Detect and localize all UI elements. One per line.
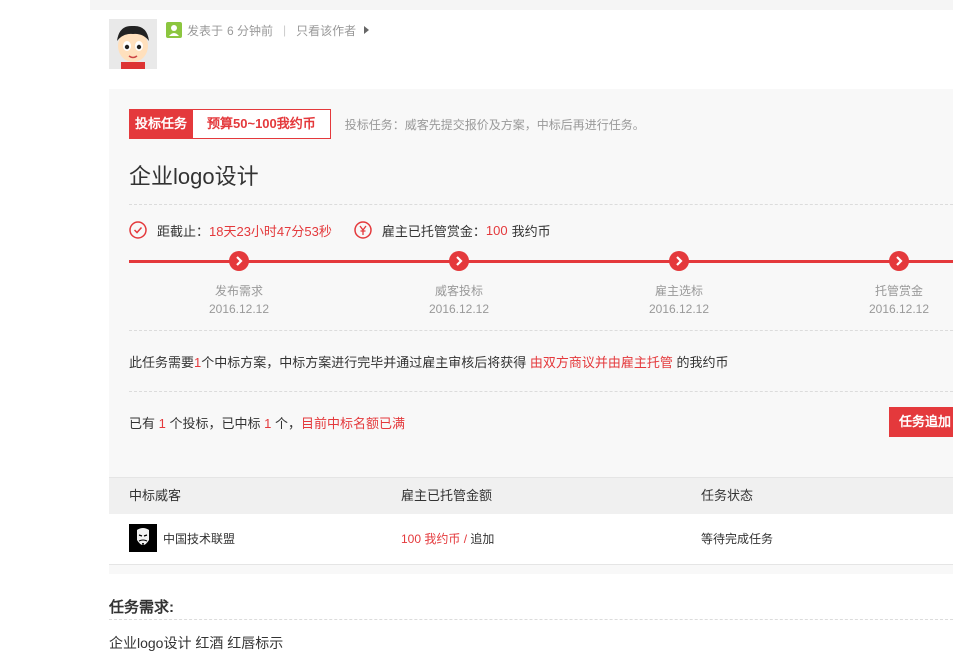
budget-badge: 预算50~100我约币 (193, 109, 331, 139)
arrow-right-icon[interactable] (364, 26, 370, 34)
timeline-step: 托管赏金 2016.12.12 (844, 282, 953, 318)
column-header: 中标威客 (129, 488, 182, 503)
top-bar (90, 0, 953, 10)
task-badge-row: 投标任务 预算50~100我约币 投标任务：威客先提交报价及方案，中标后再进行任… (129, 109, 645, 139)
deadline-label: 距截止： (157, 223, 210, 239)
table-header: 中标威客 雇主已托管金额 任务状态 (109, 477, 953, 515)
task-type-badge: 投标任务 (129, 109, 194, 139)
desc-text: 个中标方案，中标方案进行完毕并通过雇主审核后将获得 (201, 355, 527, 370)
divider (129, 391, 953, 392)
user-icon (166, 22, 182, 38)
amount-cell: 100 我约币 / 追加 (401, 514, 494, 564)
step-label: 发布需求 (214, 284, 263, 298)
meta-separator: | (283, 23, 287, 37)
task-info-row: 距截止： 18天23小时47分53秒 雇主已托管赏金： 100 我约币 (129, 219, 551, 241)
winner-name[interactable]: 中国技术联盟 (163, 514, 235, 564)
timeline-step: 威客投标 2016.12.12 (404, 282, 514, 318)
timeline-node-icon (229, 251, 249, 271)
bids-text: 个投标，已中标 (169, 416, 261, 431)
task-add-button[interactable]: 任务追加 (889, 407, 953, 437)
step-label: 雇主选标 (654, 284, 703, 298)
timeline-node-icon (449, 251, 469, 271)
requirements-title: 任务需求: (109, 599, 174, 616)
escrow-amount: 100 (485, 222, 508, 238)
task-status: 等待完成任务 (701, 532, 774, 546)
step-label: 托管赏金 (874, 284, 923, 298)
step-label: 威客投标 (434, 284, 483, 298)
divider (109, 619, 953, 620)
clock-check-icon (129, 221, 147, 239)
post-meta: 发表于 6 分钟前 | 只看该作者 (166, 22, 370, 39)
escrow-label: 雇主已托管赏金： (381, 223, 486, 239)
timeline-step: 雇主选标 2016.12.12 (624, 282, 734, 318)
deadline-countdown: 18天23小时47分53秒 (209, 223, 332, 239)
yen-icon (354, 221, 372, 239)
bids-text: 已有 (129, 416, 156, 431)
add-amount-link[interactable]: 追加 (470, 532, 494, 546)
step-date: 2016.12.12 (648, 302, 710, 316)
winner-avatar[interactable] (129, 524, 157, 552)
desc-text: 此任务需要 (129, 355, 195, 370)
bids-summary: 已有 1 个投标，已中标 1 个，目前中标名额已满 (129, 413, 405, 432)
posted-time: 6 分钟前 (227, 23, 274, 38)
desc-text: 的我约币 (676, 355, 729, 370)
timeline-step: 发布需求 2016.12.12 (184, 282, 294, 318)
task-title: 企业logo设计 (129, 164, 259, 189)
reward-text: 由双方商议并由雇主托管 (529, 355, 673, 370)
amount-divider: / (463, 532, 468, 546)
step-date: 2016.12.12 (868, 302, 930, 316)
win-count: 1 (264, 416, 272, 431)
posted-label: 发表于 (187, 23, 224, 38)
progress-timeline (129, 260, 953, 263)
task-description: 此任务需要1个中标方案，中标方案进行完毕并通过雇主审核后将获得 由双方商议并由雇… (129, 352, 729, 371)
requirements-text: 企业logo设计 红酒 红唇标示 (109, 635, 284, 651)
task-type-description: 投标任务：威客先提交报价及方案，中标后再进行任务。 (344, 117, 645, 132)
timeline-node-icon (669, 251, 689, 271)
author-avatar[interactable] (109, 19, 157, 69)
task-panel: 投标任务 预算50~100我约币 投标任务：威客先提交报价及方案，中标后再进行任… (109, 89, 953, 574)
bid-count: 1 (158, 416, 166, 431)
quota-full-status: 目前中标名额已满 (301, 416, 406, 431)
step-date: 2016.12.12 (208, 302, 270, 316)
escrow-unit: 我约币 (511, 223, 551, 239)
table-row: 中国技术联盟 100 我约币 / 追加 等待完成任务 (109, 514, 953, 565)
author-only-link[interactable]: 只看该作者 (296, 22, 356, 39)
divider (129, 330, 953, 331)
step-date: 2016.12.12 (428, 302, 490, 316)
column-header: 任务状态 (701, 488, 754, 503)
column-header: 雇主已托管金额 (401, 488, 493, 503)
bids-text: 个， (275, 416, 302, 431)
divider (129, 204, 953, 205)
escrow-amount-value: 100 我约币 (401, 532, 461, 546)
timeline-node-icon (889, 251, 909, 271)
